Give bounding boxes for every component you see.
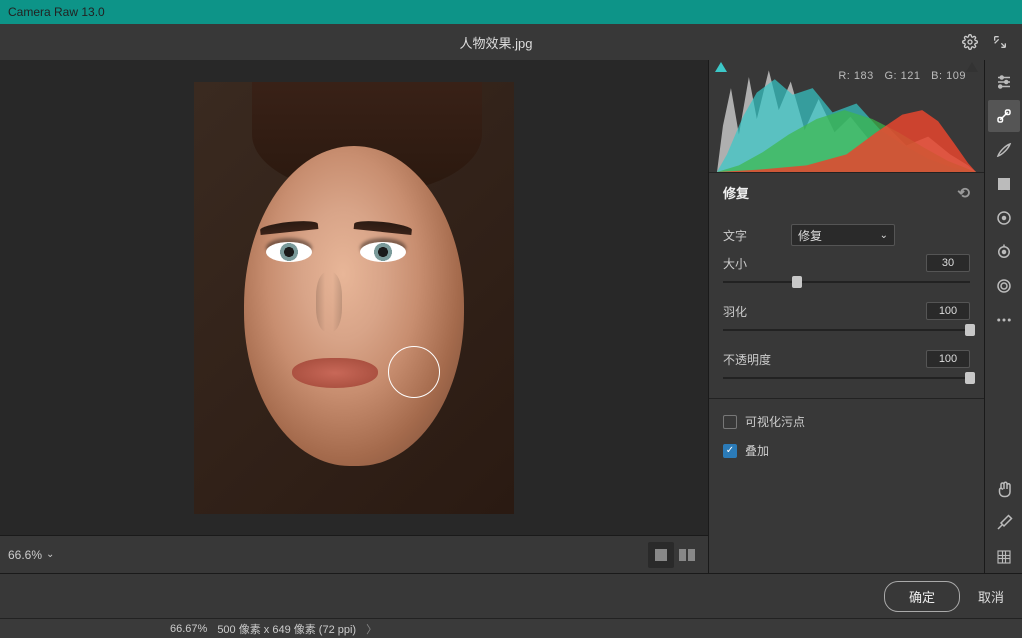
cancel-button[interactable]: 取消 xyxy=(978,587,1004,606)
gradient-tool-icon[interactable] xyxy=(988,168,1020,200)
opacity-slider[interactable] xyxy=(723,372,970,384)
heal-tool-icon[interactable] xyxy=(988,100,1020,132)
radial-tool-icon[interactable] xyxy=(988,202,1020,234)
edit-sliders-icon[interactable] xyxy=(988,66,1020,98)
host-dimensions: 500 像素 x 649 像素 (72 ppi) xyxy=(217,621,356,637)
chevron-down-icon: ⌄ xyxy=(880,230,888,241)
dialog-footer: 确定 取消 xyxy=(0,573,1022,618)
type-select[interactable]: 修复 ⌄ xyxy=(791,224,895,246)
visualise-spots-checkbox[interactable]: 可视化污点 xyxy=(723,413,970,430)
redeye-tool-icon[interactable] xyxy=(988,236,1020,268)
color-sampler-icon[interactable] xyxy=(988,507,1020,539)
opacity-label: 不透明度 xyxy=(723,351,926,368)
hand-tool-icon[interactable] xyxy=(988,473,1020,505)
zoom-value: 66.6% xyxy=(8,548,42,562)
more-icon[interactable] xyxy=(988,304,1020,336)
size-label: 大小 xyxy=(723,255,926,272)
title-bar: Camera Raw 13.0 xyxy=(0,0,1022,24)
visualise-label: 可视化污点 xyxy=(745,413,805,430)
slider-thumb[interactable] xyxy=(965,324,975,336)
single-view-icon[interactable] xyxy=(648,542,674,568)
feather-value[interactable]: 100 xyxy=(926,302,970,320)
opacity-value[interactable]: 100 xyxy=(926,350,970,368)
shadow-clip-icon[interactable] xyxy=(715,62,727,72)
feather-slider[interactable] xyxy=(723,324,970,336)
ok-button[interactable]: 确定 xyxy=(884,581,960,612)
app-title: Camera Raw 13.0 xyxy=(8,5,105,19)
checkbox-icon: ✓ xyxy=(723,444,737,458)
reset-icon[interactable]: ⟲ xyxy=(957,184,970,202)
grid-tool-icon[interactable] xyxy=(988,541,1020,573)
highlight-clip-icon[interactable] xyxy=(966,62,978,72)
size-value[interactable]: 30 xyxy=(926,254,970,272)
chevron-right-icon: 〉 xyxy=(366,621,377,637)
rgb-readout: R: 183 G: 121 B: 109 xyxy=(838,70,966,82)
type-value: 修复 xyxy=(798,227,822,244)
histogram[interactable]: R: 183 G: 121 B: 109 xyxy=(709,60,984,172)
overlay-checkbox[interactable]: ✓ 叠加 xyxy=(723,442,970,459)
top-bar: 人物效果.jpg xyxy=(0,24,1022,60)
snapshot-tool-icon[interactable] xyxy=(988,270,1020,302)
image-canvas[interactable] xyxy=(0,60,708,535)
panel-title: 修复 xyxy=(723,183,749,202)
fullscreen-icon[interactable] xyxy=(988,30,1012,54)
brush-tool-icon[interactable] xyxy=(988,134,1020,166)
preview-image xyxy=(194,82,514,514)
chevron-down-icon: ⌄ xyxy=(46,549,54,560)
host-statusbar: 66.67% 500 像素 x 649 像素 (72 ppi) 〉 xyxy=(0,618,1022,638)
slider-thumb[interactable] xyxy=(965,372,975,384)
slider-thumb[interactable] xyxy=(792,276,802,288)
checkbox-icon xyxy=(723,415,737,429)
tool-rail xyxy=(984,60,1022,573)
zoom-select[interactable]: 66.6% ⌄ xyxy=(8,548,54,562)
gear-icon[interactable] xyxy=(958,30,982,54)
host-zoom: 66.67% xyxy=(170,623,207,635)
type-label: 文字 xyxy=(723,227,781,244)
file-name: 人物效果.jpg xyxy=(34,33,958,52)
feather-label: 羽化 xyxy=(723,303,926,320)
compare-view-icon[interactable] xyxy=(674,542,700,568)
canvas-toolbar: 66.6% ⌄ xyxy=(0,535,708,573)
overlay-label: 叠加 xyxy=(745,442,769,459)
size-slider[interactable] xyxy=(723,276,970,288)
